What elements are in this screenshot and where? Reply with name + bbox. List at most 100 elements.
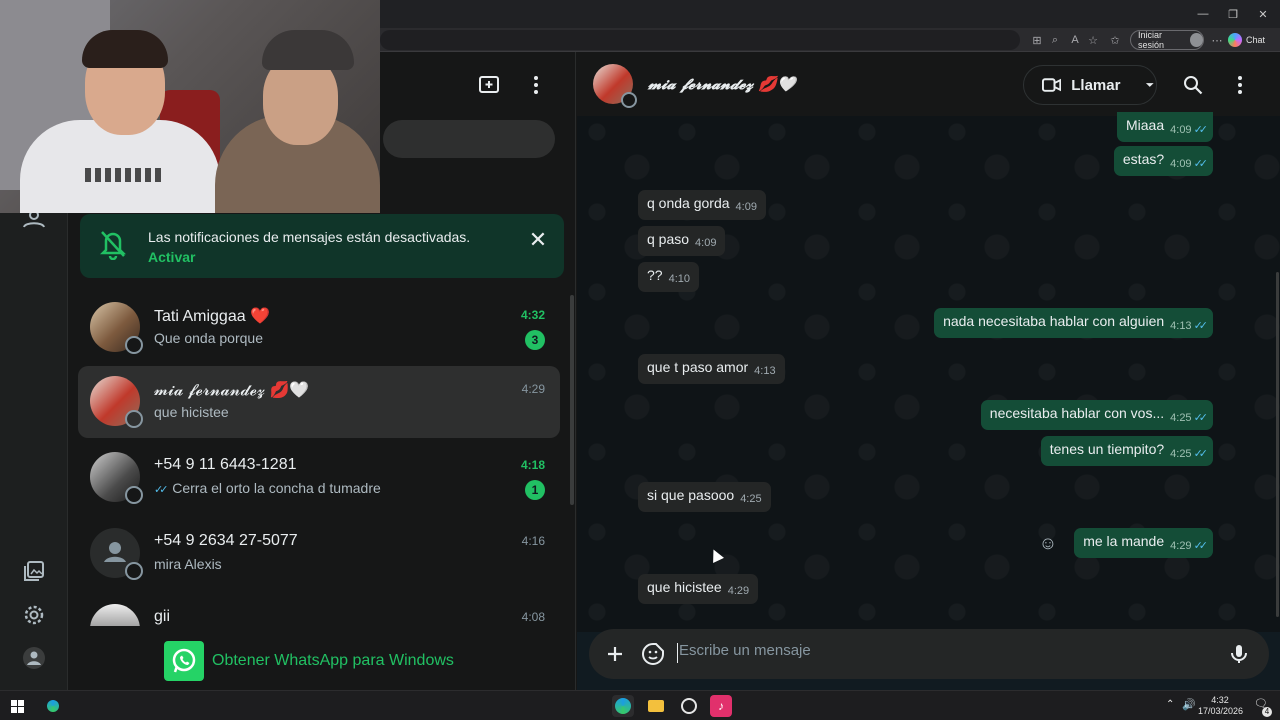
favorite-icon[interactable]: ☆ [1084, 31, 1102, 49]
chat-time: 4:18 [520, 458, 545, 472]
message-input[interactable]: Escribe un mensaje [679, 642, 811, 659]
restore-button[interactable]: ❐ [1216, 4, 1250, 24]
new-chat-icon[interactable] [476, 72, 502, 98]
conversation-scrollbar[interactable] [1276, 272, 1279, 617]
chat-row[interactable]: +54 9 2634 27-5077 mira Alexis 4:16 [78, 518, 560, 590]
apps-icon[interactable]: ⊞ [1028, 31, 1046, 49]
contact-avatar[interactable] [593, 64, 637, 108]
message-incoming[interactable]: si que pasooo 4:25 [638, 482, 771, 512]
tiktok-icon[interactable]: ♪ [710, 695, 732, 717]
contact-name[interactable]: 𝓶𝓲𝓪 𝓯𝓮𝓻𝓷𝓪𝓷𝓭𝓮𝔃 💋🤍 [648, 75, 796, 93]
get-whatsapp-windows-link[interactable]: Obtener WhatsApp para Windows [164, 640, 464, 682]
notification-center-icon[interactable]: 🗨 4 [1252, 697, 1272, 717]
message-time: 4:09 [1170, 157, 1192, 170]
attach-plus-icon[interactable] [603, 642, 627, 666]
microphone-icon[interactable] [1227, 642, 1251, 666]
message-text: nada necesitaba hablar con alguien [943, 313, 1165, 329]
search-icon[interactable] [1180, 72, 1206, 98]
windows-start-icon[interactable] [6, 695, 28, 717]
url-field[interactable] [380, 30, 1020, 50]
read-aloud-icon[interactable]: A [1066, 31, 1084, 49]
video-camera-icon [1042, 78, 1062, 92]
profile-icon[interactable] [18, 642, 50, 674]
chat-name: 𝓶𝓲𝓪 𝓯𝓮𝓻𝓷𝓪𝓷𝓭𝓮𝔃 💋🤍 [154, 382, 310, 399]
edge-browser-icon[interactable] [612, 695, 634, 717]
conversation-header[interactable]: 𝓶𝓲𝓪 𝓯𝓮𝓻𝓷𝓪𝓷𝓭𝓮𝔃 💋🤍 Llamar [577, 52, 1280, 116]
webcam-person-2-cap [262, 30, 354, 70]
volume-icon[interactable]: 🔊 [1182, 698, 1196, 711]
message-text: estas? [1122, 151, 1165, 167]
chat-list-scrollbar[interactable] [570, 295, 574, 505]
search-input[interactable] [383, 120, 555, 158]
react-emoji-icon[interactable]: ☺ [1037, 532, 1059, 554]
conversation-panel: 𝓶𝓲𝓪 𝓯𝓮𝓻𝓷𝓪𝓷𝓭𝓮𝔃 💋🤍 Llamar Miaaa 4:09 ✓✓ es… [577, 52, 1280, 690]
media-icon[interactable] [18, 555, 50, 587]
favorites-list-icon[interactable]: ✩ [1106, 31, 1124, 49]
message-incoming[interactable]: que t paso amor 4:13 [638, 354, 785, 384]
message-time: 4:29 [727, 585, 750, 597]
message-outgoing[interactable]: estas? 4:09 ✓✓ [1113, 146, 1213, 176]
message-text: tenes un tiempito? [1049, 441, 1165, 457]
message-time: 4:13 [754, 365, 776, 377]
read-ticks-icon: ✓✓ [1193, 412, 1209, 424]
enable-notifications-link[interactable]: Activar [148, 249, 195, 265]
more-options-icon[interactable]: ⋯ [1208, 31, 1226, 49]
menu-kebab-icon[interactable] [523, 72, 549, 98]
message-incoming[interactable]: q paso 4:09 [638, 226, 726, 256]
browser-toolbar: ⊞ ⌕ A ☆ ✩ Iniciar sesión ⋯ Chat [380, 28, 1280, 52]
message-outgoing[interactable]: nada necesitaba hablar con alguien 4:13 … [934, 308, 1213, 338]
chat-row[interactable]: +54 9 11 6443-1281 ✓✓ Cerra el orto la c… [78, 442, 560, 514]
file-explorer-icon[interactable] [645, 695, 667, 717]
message-incoming[interactable]: que hicistee 4:29 [638, 574, 759, 604]
read-ticks-icon: ✓✓ [1193, 448, 1209, 460]
message-outgoing[interactable]: tenes un tiempito? 4:25 ✓✓ [1040, 436, 1213, 466]
chat-row[interactable]: gii 4:08 [78, 594, 560, 626]
message-outgoing[interactable]: me la mande 4:29 ✓✓ [1074, 528, 1213, 558]
profile-avatar-icon [1190, 33, 1203, 47]
chat-last-message: que hicistee [154, 404, 229, 420]
message-text: necesitaba hablar con vos... [989, 405, 1165, 421]
message-text: q paso [647, 231, 690, 247]
copilot-chat-button[interactable]: Chat [1228, 30, 1274, 50]
menu-kebab-icon[interactable] [1227, 72, 1253, 98]
copilot-icon [1228, 33, 1242, 47]
clock-time: 4:32 [1211, 695, 1229, 705]
chat-name: +54 9 11 6443-1281 [154, 456, 297, 473]
message-outgoing[interactable]: Miaaa 4:09 ✓✓ [1117, 112, 1213, 142]
message-time: 4:09 [1170, 123, 1192, 136]
chat-name: Tati Amiggaa ❤️ [154, 308, 270, 325]
obs-studio-icon[interactable] [678, 695, 700, 717]
chat-time: 4:16 [521, 534, 545, 548]
close-window-button[interactable]: ✕ [1246, 4, 1280, 24]
message-incoming[interactable]: ?? 4:10 [638, 262, 699, 292]
system-clock[interactable]: 4:32 17/03/2026 [1198, 695, 1244, 717]
message-incoming[interactable]: q onda gorda 4:09 [638, 190, 766, 220]
clock-date: 17/03/2026 [1198, 706, 1244, 716]
sticker-emoji-icon[interactable] [641, 642, 665, 666]
avatar [90, 604, 140, 626]
settings-gear-icon[interactable] [18, 599, 50, 631]
message-time: 4:25 [1170, 411, 1192, 424]
minimize-button[interactable]: — [1186, 4, 1220, 24]
bell-off-icon [98, 228, 128, 262]
chat-last-message: ✓✓ Cerra el orto la concha d tumadre [154, 480, 381, 496]
call-button[interactable]: Llamar [1023, 65, 1157, 105]
close-icon[interactable]: ✕ [524, 226, 552, 254]
notification-count: 4 [1262, 707, 1272, 717]
signin-button[interactable]: Iniciar sesión [1130, 30, 1204, 50]
chat-row-selected[interactable]: 𝓶𝓲𝓪 𝓯𝓮𝓻𝓷𝓪𝓷𝓭𝓮𝔃 💋🤍 que hicistee 4:29 [78, 366, 560, 438]
message-text: me la mande [1083, 533, 1165, 549]
message-time: 4:25 [1170, 447, 1192, 460]
message-outgoing[interactable]: necesitaba hablar con vos... 4:25 ✓✓ [980, 400, 1213, 430]
chat-time: 4:32 [520, 308, 545, 322]
taskbar: ♪ ⌃ 🔊 4:32 17/03/2026 🗨 4 [0, 690, 1280, 720]
status-ring-icon [125, 336, 143, 354]
edge-pinned-icon[interactable] [42, 695, 64, 717]
zoom-icon[interactable]: ⌕ [1046, 31, 1064, 49]
message-time: 4:10 [668, 273, 690, 285]
shirt-print [85, 168, 165, 182]
tray-chevron-icon[interactable]: ⌃ [1166, 699, 1174, 710]
avatar [90, 452, 143, 504]
read-ticks-icon: ✓✓ [1193, 320, 1209, 332]
chat-row[interactable]: Tati Amiggaa ❤️ Que onda porque 4:32 3 [78, 292, 560, 364]
